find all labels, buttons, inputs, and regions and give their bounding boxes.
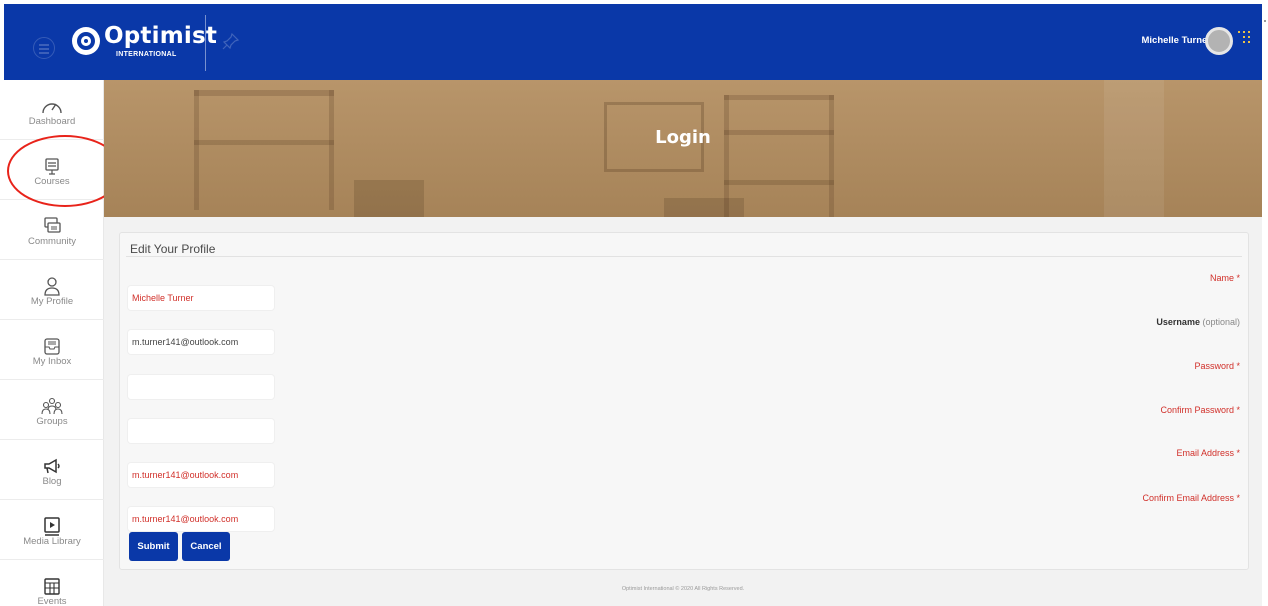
username-label: Username (optional)	[1156, 317, 1240, 327]
scrollbar[interactable]	[1264, 20, 1266, 22]
group-icon	[39, 396, 65, 418]
confirm-email-label: Confirm Email Address *	[1142, 493, 1240, 503]
sidebar-item-my-profile[interactable]: My Profile	[0, 260, 104, 320]
footer-copyright: Optimist International © 2020 All Rights…	[621, 586, 745, 592]
sidebar-item-community[interactable]: Community	[0, 200, 104, 260]
megaphone-icon	[39, 456, 65, 478]
sidebar-item-dashboard[interactable]: Dashboard	[0, 80, 104, 140]
divider	[126, 256, 1242, 257]
sidebar-item-groups[interactable]: Groups	[0, 380, 104, 440]
username-label-text: Username	[1156, 317, 1200, 327]
email-field[interactable]	[128, 463, 274, 487]
sidebar-item-my-inbox[interactable]: My Inbox	[0, 320, 104, 380]
sidebar-item-label: Dashboard	[28, 116, 76, 127]
sidebar-item-label: My Profile	[30, 296, 74, 307]
profile-form-card	[119, 232, 1249, 570]
avatar[interactable]	[1205, 27, 1233, 55]
logo-text: Optimist	[104, 23, 218, 49]
header-divider	[205, 15, 206, 71]
sidebar-item-blog[interactable]: Blog	[0, 440, 104, 500]
page: Optimist INTERNATIONAL Michelle Turner D…	[0, 0, 1268, 606]
user-icon	[39, 276, 65, 298]
video-library-icon	[39, 516, 65, 538]
hero-banner: Login	[104, 80, 1262, 217]
username-field[interactable]	[128, 330, 274, 354]
sidebar-item-label: Events	[37, 596, 67, 606]
logo-subtext: INTERNATIONAL	[116, 51, 177, 58]
sidebar-item-label: Blog	[42, 476, 62, 487]
gauge-icon	[39, 96, 65, 118]
apps-grid-icon[interactable]	[1238, 31, 1250, 45]
form-title: Edit Your Profile	[130, 242, 216, 256]
cancel-button[interactable]: Cancel	[182, 532, 230, 561]
top-bar: Optimist INTERNATIONAL	[4, 4, 1262, 80]
confirm-password-label: Confirm Password *	[1160, 405, 1240, 415]
sidebar-item-media-library[interactable]: Media Library	[0, 500, 104, 560]
menu-icon[interactable]	[33, 37, 55, 59]
optimist-logo-icon	[72, 27, 100, 55]
sidebar-item-label: Community	[27, 236, 77, 247]
inbox-icon	[39, 336, 65, 358]
password-field[interactable]	[128, 375, 274, 399]
calendar-icon	[39, 576, 65, 598]
email-label: Email Address *	[1176, 448, 1240, 458]
name-field[interactable]	[128, 286, 274, 310]
confirm-email-field[interactable]	[128, 507, 274, 531]
name-label: Name *	[1209, 273, 1240, 283]
user-name[interactable]: Michelle Turner	[1141, 35, 1211, 46]
sidebar-item-label: Media Library	[23, 536, 81, 547]
chat-bubbles-icon	[39, 216, 65, 238]
page-title: Login	[655, 127, 711, 148]
sidebar-item-label: Groups	[36, 416, 68, 427]
sidebar-item-events[interactable]: Events	[0, 560, 104, 606]
optional-hint: (optional)	[1202, 317, 1240, 327]
password-label: Password *	[1194, 361, 1240, 371]
confirm-password-field[interactable]	[128, 419, 274, 443]
sidebar-item-label: My Inbox	[32, 356, 72, 367]
pin-icon[interactable]	[222, 32, 242, 52]
submit-button[interactable]: Submit	[129, 532, 178, 561]
